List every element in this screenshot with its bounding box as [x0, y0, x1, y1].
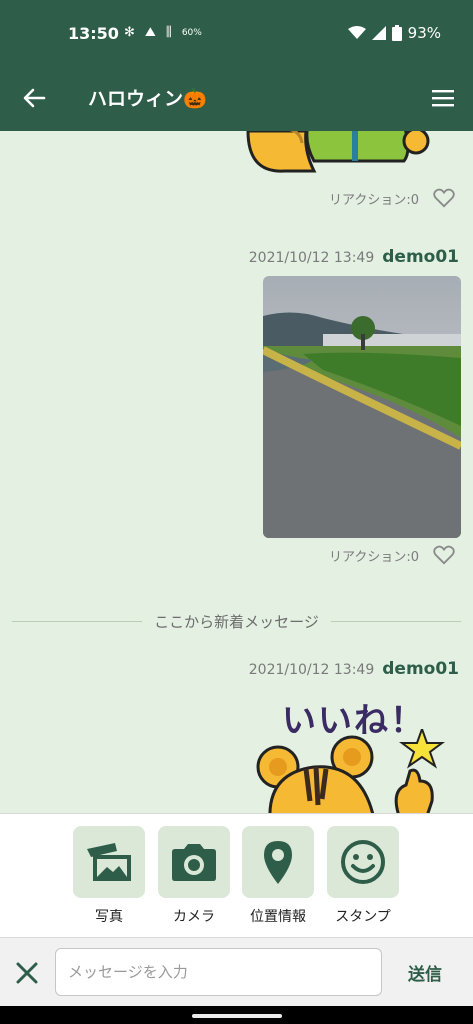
reaction-row: リアクション:0 — [329, 545, 455, 565]
attach-stamp-button[interactable]: スタンプ — [327, 826, 399, 926]
message-header: 2021/10/12 13:49 demo01 — [249, 659, 459, 679]
send-button[interactable]: 送信 — [408, 960, 442, 985]
cell-signal-icon — [371, 26, 386, 40]
message-username: demo01 — [382, 659, 459, 679]
attach-tile[interactable] — [158, 826, 230, 898]
attach-location-label: 位置情報 — [250, 909, 306, 925]
status-time: 13:50 — [68, 24, 119, 43]
photo-message[interactable] — [263, 276, 461, 538]
photo-image — [263, 276, 461, 538]
slack-icon: ✻ — [124, 25, 135, 40]
message-header: 2021/10/12 13:49 demo01 — [249, 247, 459, 267]
reaction-row: リアクション:0 — [329, 188, 455, 208]
divider-label: ここから新着メッセージ — [154, 613, 319, 631]
attach-camera-label: カメラ — [173, 909, 215, 925]
divider-line — [330, 621, 462, 622]
close-icon[interactable] — [14, 960, 40, 986]
message-username: demo01 — [382, 247, 459, 267]
weather-icon: 60% — [181, 28, 202, 38]
notification-icons: ✻ ⛰ ⫼ 60% — [124, 24, 202, 42]
attach-tile[interactable] — [242, 826, 314, 898]
camera-icon — [172, 844, 216, 881]
attach-location-button[interactable]: 位置情報 — [242, 826, 314, 926]
message-timestamp: 2021/10/12 13:49 — [248, 250, 375, 266]
signal-app-icon: ⫼ — [165, 25, 172, 40]
photo-icon — [87, 843, 131, 881]
system-icons: 93% — [347, 24, 441, 42]
attach-photo-label: 写真 — [95, 909, 123, 925]
system-nav-bar — [0, 1006, 473, 1024]
status-bar: 13:50 ✻ ⛰ ⫼ 60% 93% — [0, 0, 473, 64]
divider-line — [12, 621, 143, 622]
smiley-icon — [341, 840, 385, 884]
page-title: ハロウィン🎃 — [88, 88, 207, 110]
message-input-bar: 送信 — [0, 937, 473, 1006]
new-messages-divider: ここから新着メッセージ — [12, 611, 462, 632]
home-gesture-handle[interactable] — [192, 1014, 282, 1018]
star-icon — [399, 729, 445, 769]
sticker-character-partial — [246, 131, 430, 173]
attach-tile[interactable] — [73, 826, 145, 898]
mountain-icon: ⛰ — [144, 25, 156, 40]
heart-icon[interactable] — [433, 545, 455, 565]
attach-camera-button[interactable]: カメラ — [158, 826, 230, 926]
reaction-count: リアクション:0 — [328, 549, 419, 565]
message-timestamp: 2021/10/12 13:49 — [248, 662, 375, 678]
battery-percent: 93% — [407, 24, 441, 42]
hamburger-menu-icon[interactable] — [431, 86, 455, 110]
reaction-count: リアクション:0 — [328, 192, 419, 208]
chat-area[interactable]: リアクション:0 2021/10/12 13:49 demo01 リアクション:… — [0, 131, 473, 813]
attach-stamp-label: スタンプ — [335, 909, 391, 925]
battery-icon — [391, 25, 402, 41]
heart-icon[interactable] — [433, 188, 455, 208]
attachment-panel: 写真 カメラ 位置情報 スタンプ — [0, 813, 473, 937]
location-pin-icon — [264, 841, 292, 884]
attach-photo-button[interactable]: 写真 — [73, 826, 145, 926]
sticker-tiger[interactable] — [250, 729, 450, 813]
wifi-icon — [347, 26, 366, 39]
attach-tile[interactable] — [327, 826, 399, 898]
back-arrow-icon[interactable] — [20, 84, 48, 112]
message-input[interactable] — [55, 948, 382, 996]
app-bar: ハロウィン🎃 — [0, 64, 473, 131]
